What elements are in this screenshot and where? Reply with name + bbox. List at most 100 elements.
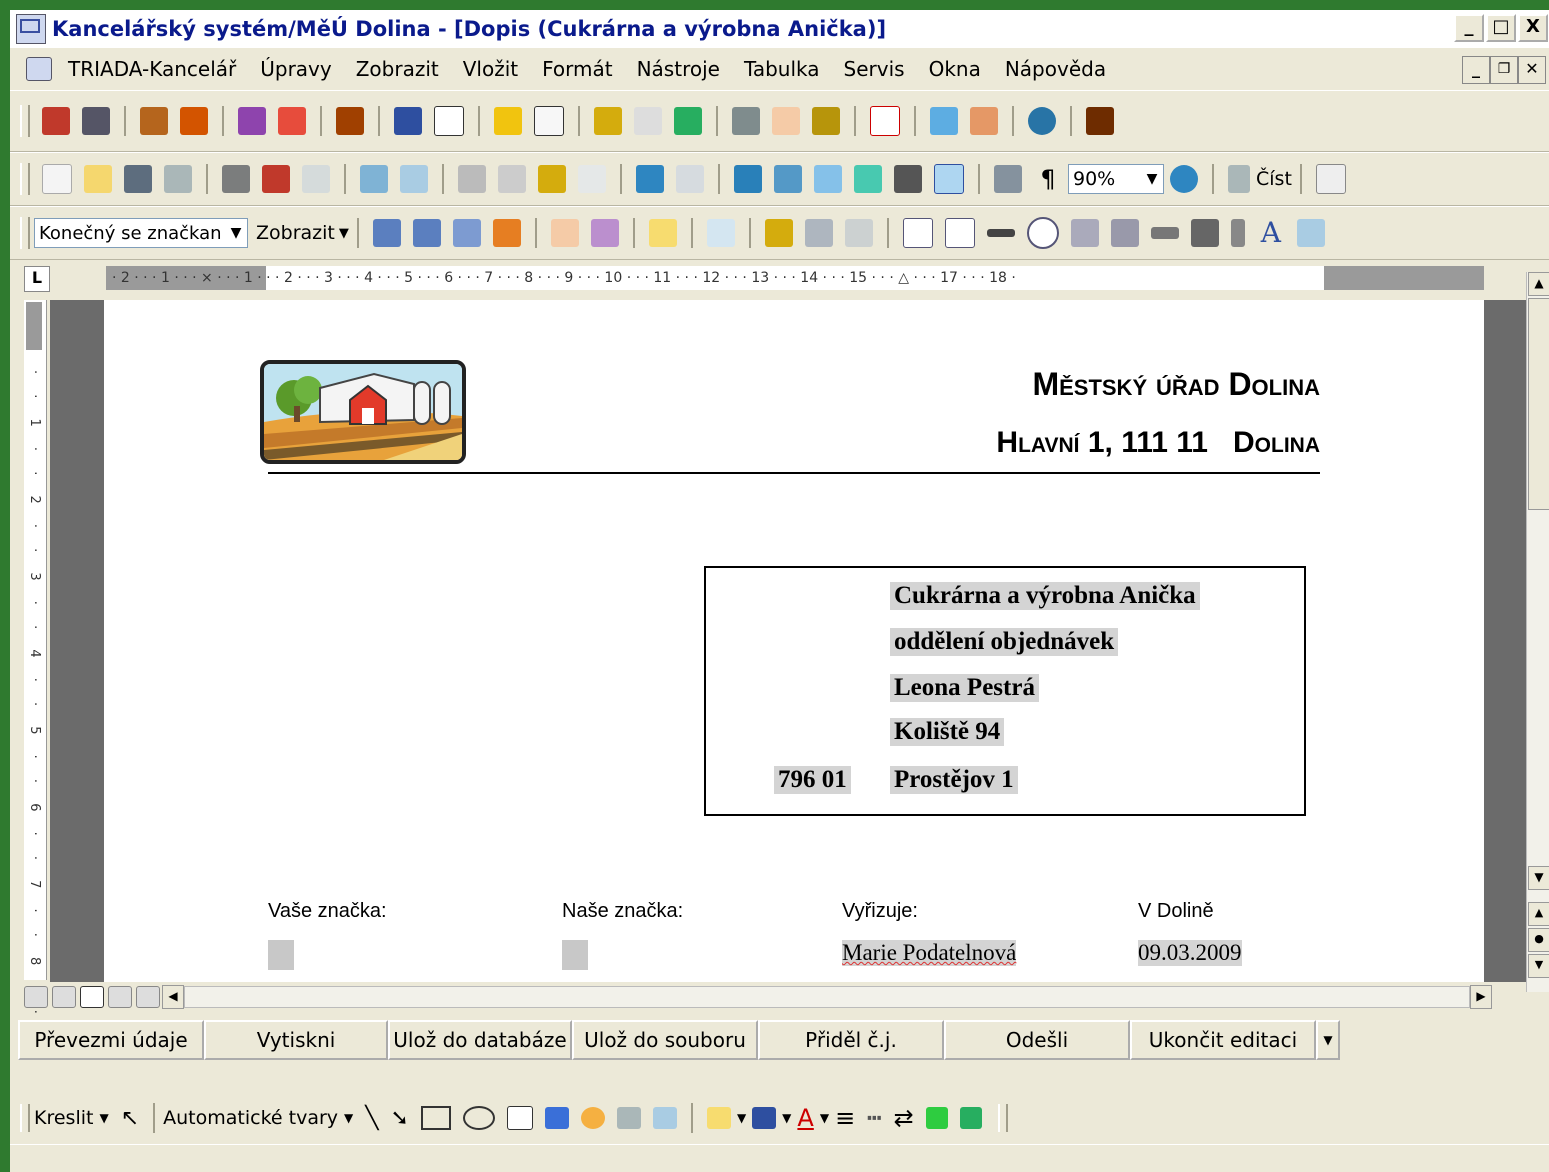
help-icon[interactable] bbox=[1170, 165, 1198, 193]
line-color-icon[interactable] bbox=[752, 1107, 777, 1129]
scroll-up-button[interactable]: ▲ bbox=[1528, 272, 1549, 296]
toolbar-options-grip[interactable] bbox=[997, 1104, 1008, 1132]
paragraph-icon[interactable] bbox=[434, 106, 464, 136]
show-menu[interactable]: Zobrazit bbox=[256, 222, 335, 244]
read-mode-icon[interactable] bbox=[1228, 165, 1250, 193]
open-folder-icon[interactable] bbox=[84, 165, 112, 193]
draw-table-icon[interactable] bbox=[764, 219, 793, 247]
3d-style-icon[interactable] bbox=[959, 1107, 982, 1129]
browse-object-button[interactable]: ● bbox=[1528, 928, 1549, 952]
tables-borders-icon[interactable] bbox=[774, 165, 802, 193]
print-icon[interactable] bbox=[222, 165, 250, 193]
label-control-icon[interactable]: A bbox=[1257, 219, 1285, 247]
text-box-icon[interactable] bbox=[506, 1106, 533, 1130]
new-document-icon[interactable] bbox=[42, 164, 72, 194]
menu-format[interactable]: Formát bbox=[530, 57, 624, 81]
previous-page-button[interactable]: ▲ bbox=[1528, 902, 1549, 926]
menu-edit[interactable]: Úpravy bbox=[248, 57, 343, 81]
diagram-icon[interactable] bbox=[580, 1107, 605, 1129]
reading-view-icon[interactable] bbox=[136, 986, 160, 1008]
tools-icon[interactable] bbox=[82, 107, 110, 135]
archive-icon[interactable] bbox=[812, 107, 840, 135]
rectangle-icon[interactable] bbox=[420, 1106, 451, 1130]
arrow-icon[interactable]: ➘ bbox=[391, 1106, 409, 1131]
menu-help[interactable]: Nápověda bbox=[993, 57, 1118, 81]
outline-view-icon[interactable] bbox=[108, 986, 132, 1008]
recipient-line-3[interactable]: Leona Pestrá bbox=[890, 674, 1039, 702]
exit-door-icon[interactable] bbox=[1086, 107, 1114, 135]
font-color-icon[interactable]: A bbox=[797, 1104, 813, 1132]
new-comment-icon[interactable] bbox=[550, 219, 579, 247]
menu-view[interactable]: Zobrazit bbox=[344, 57, 451, 81]
toolbar-grip[interactable] bbox=[20, 1104, 30, 1132]
menu-table[interactable]: Tabulka bbox=[732, 57, 832, 81]
document-list-icon[interactable] bbox=[238, 107, 266, 135]
normal-view-icon[interactable] bbox=[24, 986, 48, 1008]
permission-icon[interactable] bbox=[164, 165, 192, 193]
copy-icon[interactable] bbox=[732, 107, 760, 135]
scroll-down-button[interactable]: ▼ bbox=[1528, 866, 1549, 890]
end-editing-button[interactable]: Ukončit editaci bbox=[1130, 1020, 1316, 1060]
stamp-icon[interactable] bbox=[180, 107, 208, 135]
previous-change-icon[interactable] bbox=[372, 219, 401, 247]
tag-orange-icon[interactable] bbox=[772, 107, 800, 135]
clipart-icon[interactable] bbox=[616, 1107, 641, 1129]
toolbar-grip[interactable] bbox=[20, 163, 30, 195]
recipient-line-2[interactable]: oddělení objednávek bbox=[890, 628, 1119, 656]
doc-minimize-button[interactable]: _ bbox=[1462, 56, 1490, 84]
cut-icon[interactable] bbox=[458, 165, 486, 193]
recipient-line-4[interactable]: Koliště 94 bbox=[890, 718, 1005, 746]
format-painter-icon[interactable] bbox=[578, 165, 606, 193]
horizontal-ruler[interactable]: · 2 · · · 1 · · · ⨯ · · · 1 · · · 2 · · … bbox=[106, 266, 1484, 290]
columns-icon[interactable] bbox=[894, 165, 922, 193]
export-icon[interactable] bbox=[970, 107, 998, 135]
scroll-left-button[interactable]: ◀ bbox=[162, 985, 184, 1009]
undo-icon[interactable] bbox=[636, 165, 664, 193]
book-icon[interactable] bbox=[336, 107, 364, 135]
eraser-icon[interactable] bbox=[42, 107, 70, 135]
letter-page[interactable]: Městský úřad Dolina Hlavní 1, 111 11 Dol… bbox=[104, 300, 1484, 982]
document-envelope-icon[interactable] bbox=[26, 57, 52, 81]
line-icon[interactable]: ╲ bbox=[365, 1106, 378, 1131]
take-data-button[interactable]: Převezmi údaje bbox=[18, 1020, 204, 1060]
zoom-select[interactable]: 90% ▼ bbox=[1068, 164, 1164, 194]
reviewing-pane-icon[interactable] bbox=[706, 219, 735, 247]
slider-icon[interactable] bbox=[1230, 219, 1245, 247]
menu-triada[interactable]: TRIADA-Kancelář bbox=[56, 57, 248, 81]
horizontal-scroll-track[interactable] bbox=[184, 986, 1470, 1008]
highlight-icon[interactable] bbox=[590, 219, 619, 247]
draw-menu[interactable]: Kreslit bbox=[34, 1107, 93, 1129]
pilcrow-icon[interactable]: ¶ bbox=[1034, 165, 1062, 193]
recipient-line-1[interactable]: Cukrárna a výrobna Anička bbox=[890, 582, 1200, 610]
print-layout-view-icon[interactable] bbox=[80, 986, 104, 1008]
form-shading-icon[interactable] bbox=[844, 219, 873, 247]
pen-icon[interactable] bbox=[140, 107, 168, 135]
tag-yellow-icon[interactable] bbox=[594, 107, 622, 135]
image-control-icon[interactable] bbox=[1296, 219, 1325, 247]
doc-restore-button[interactable]: ❐ bbox=[1490, 56, 1518, 84]
scroll-thumb[interactable] bbox=[1528, 298, 1549, 510]
fill-color-icon[interactable] bbox=[706, 1107, 731, 1129]
spellcheck-icon[interactable] bbox=[360, 165, 388, 193]
print-preview-icon[interactable] bbox=[302, 165, 330, 193]
drawing-icon[interactable] bbox=[934, 164, 964, 194]
hyperlink-icon[interactable] bbox=[734, 165, 762, 193]
list-box-icon[interactable] bbox=[1070, 219, 1099, 247]
option-button-icon[interactable] bbox=[1026, 217, 1059, 249]
globe-icon[interactable] bbox=[1028, 107, 1056, 135]
borders-icon[interactable] bbox=[1315, 164, 1346, 194]
tag-white-icon[interactable] bbox=[634, 107, 662, 135]
scrollbar-control-icon[interactable] bbox=[1190, 219, 1219, 247]
next-change-icon[interactable] bbox=[412, 219, 441, 247]
menu-insert[interactable]: Vložit bbox=[451, 57, 530, 81]
more-commands-dropdown[interactable]: ▼ bbox=[1316, 1020, 1340, 1060]
dash-style-icon[interactable]: ┅ bbox=[867, 1104, 881, 1132]
select-pointer-icon[interactable]: ↖ bbox=[121, 1106, 139, 1131]
redo-icon[interactable] bbox=[676, 165, 704, 193]
insert-table-icon[interactable] bbox=[814, 165, 842, 193]
tab-selector[interactable]: L bbox=[24, 266, 50, 292]
line-style-icon[interactable]: ≡ bbox=[835, 1104, 855, 1132]
autoshapes-menu[interactable]: Automatické tvary bbox=[163, 1107, 338, 1129]
scroll-right-button[interactable]: ▶ bbox=[1470, 985, 1492, 1009]
reject-change-icon[interactable] bbox=[492, 219, 521, 247]
